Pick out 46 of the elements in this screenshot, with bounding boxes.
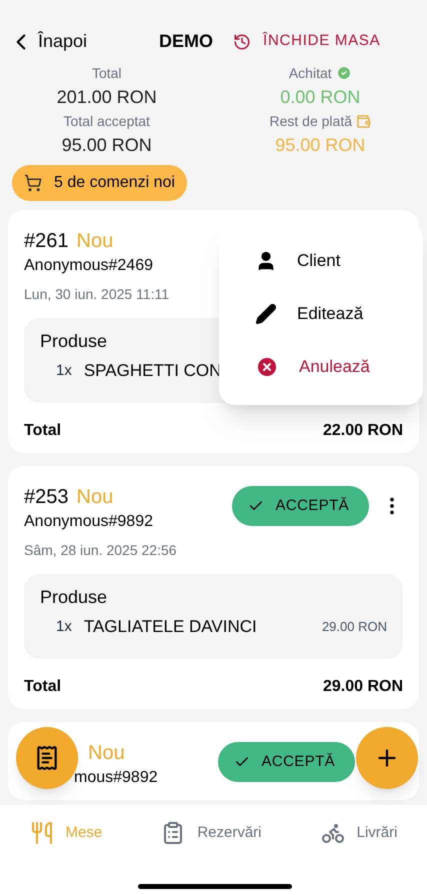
- check-circle-icon: [336, 65, 352, 81]
- page-title: DEMO: [159, 30, 214, 53]
- products-title: Produse: [40, 586, 108, 609]
- product-price: 29.00 RON: [322, 618, 387, 636]
- menu-item[interactable]: Anulează: [219, 340, 423, 393]
- order-number: #261: [24, 229, 68, 254]
- products-title: Produse: [40, 330, 108, 353]
- total-value: 29.00 RON: [322, 677, 403, 697]
- summary-label: Total: [92, 64, 122, 83]
- summary-value: 0.00 RON: [280, 86, 360, 109]
- history-icon: [233, 32, 252, 50]
- product-name: TAGLIATELE DAVINCI: [84, 616, 257, 638]
- menu-item[interactable]: Editează: [219, 287, 423, 340]
- order-date: Lun, 30 iun. 2025 11:11: [24, 285, 170, 304]
- summary-label: Total acceptat: [64, 112, 150, 131]
- summary-value: 201.00 RON: [56, 86, 157, 109]
- order-date: Sâm, 28 iun. 2025 22:56: [24, 541, 177, 560]
- summary-label: Achitat: [288, 64, 332, 83]
- total-value: 22.00 RON: [322, 421, 403, 441]
- back-button[interactable]: Înapoi: [8, 28, 88, 55]
- nav-tab[interactable]: Rezervări: [161, 821, 262, 845]
- summary-value: 95.00 RON: [62, 134, 152, 157]
- summary-value: 95.00 RON: [275, 134, 366, 157]
- summary-label: Rest de plată: [270, 112, 352, 131]
- menu-item[interactable]: Client: [219, 234, 423, 287]
- customer-name: Anonymous#9892: [24, 512, 153, 532]
- product-quantity: 1x: [56, 360, 72, 381]
- cutlery-icon: [30, 821, 54, 845]
- wallet-icon: [356, 114, 371, 128]
- close-table-button[interactable]: ÎNCHIDE MASA: [233, 30, 380, 53]
- accept-button[interactable]: ACCEPTĂ: [218, 742, 355, 782]
- total-label: Total: [24, 677, 62, 697]
- receipt-icon: [34, 745, 60, 771]
- order-status: Nou: [76, 229, 114, 254]
- customer-name: Anonymous#2469: [24, 256, 153, 276]
- total-label: Total: [24, 421, 62, 441]
- cart-icon: [24, 174, 42, 192]
- product-quantity: 1x: [56, 616, 72, 637]
- pencil-icon: [255, 302, 277, 324]
- accept-button[interactable]: ACCEPTĂ: [232, 486, 369, 526]
- order-status: Nou: [88, 741, 125, 766]
- nav-tab[interactable]: Livrări: [320, 821, 398, 845]
- order-number: #253: [24, 485, 68, 510]
- new-orders-chip[interactable]: 5 de comenzi noi: [12, 165, 187, 201]
- customer-name: mous#9892: [74, 768, 158, 788]
- order-status: Nou: [76, 485, 114, 510]
